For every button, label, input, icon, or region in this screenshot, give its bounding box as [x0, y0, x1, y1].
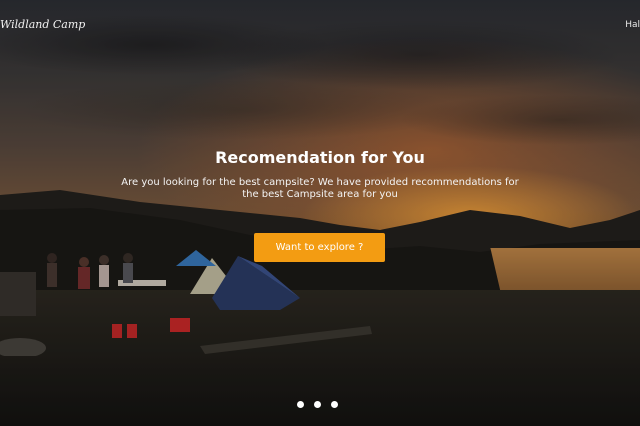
nav-link[interactable]: Hal	[625, 20, 640, 30]
brand-logo[interactable]: Wildland Camp	[0, 18, 85, 31]
overlay-dim	[0, 0, 640, 426]
carousel-dot-2[interactable]	[314, 401, 321, 408]
hero-title: Recomendation for You	[215, 148, 425, 167]
hero-section: Wildland Camp Hal Recomendation for You …	[0, 0, 640, 426]
carousel-indicators	[297, 401, 338, 408]
carousel-dot-3[interactable]	[331, 401, 338, 408]
explore-button[interactable]: Want to explore ?	[254, 233, 385, 262]
hero-subtitle: Are you looking for the best campsite? W…	[121, 177, 519, 200]
carousel-dot-1[interactable]	[297, 401, 304, 408]
